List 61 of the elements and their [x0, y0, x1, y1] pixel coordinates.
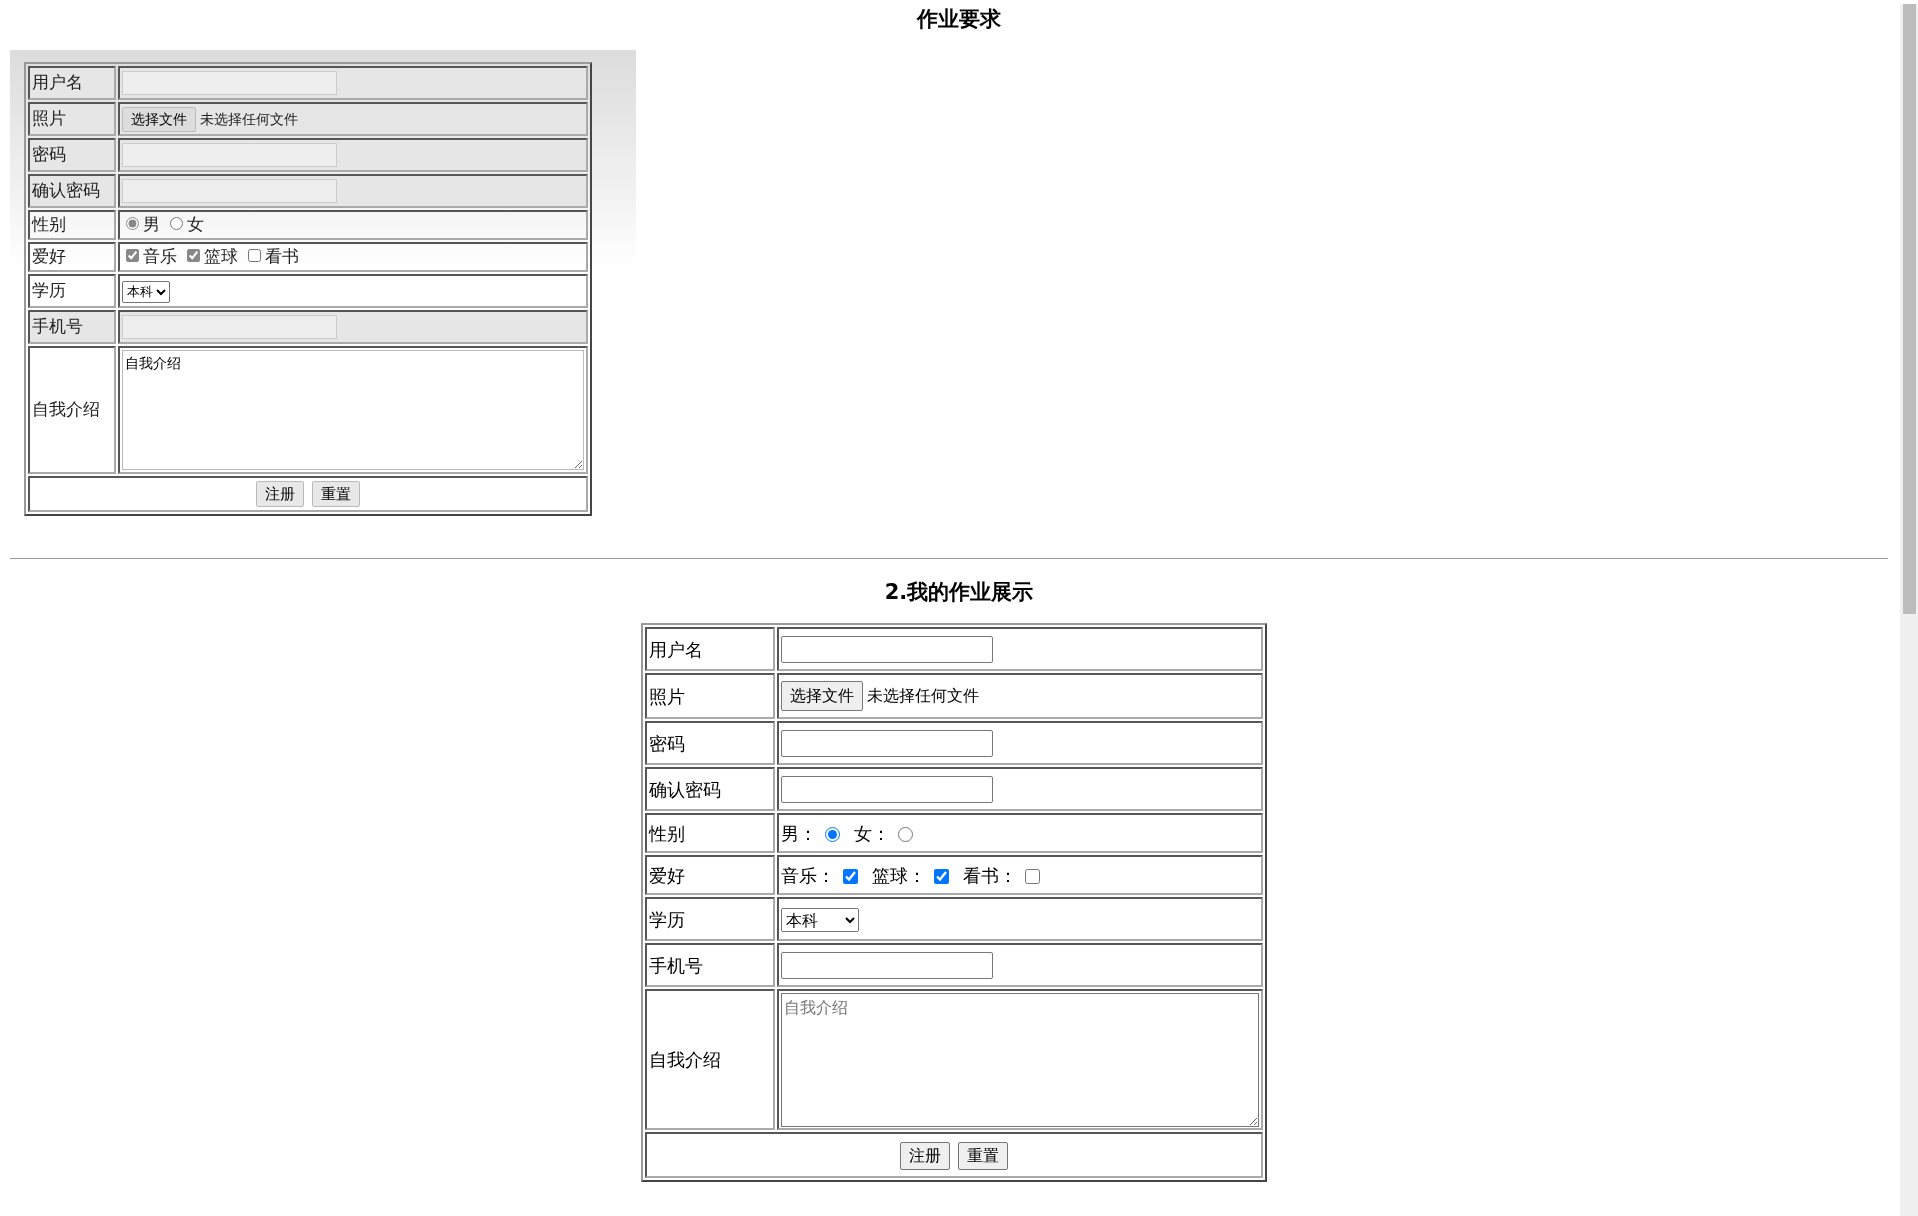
radio-label: 男 [143, 214, 160, 235]
checkbox[interactable] [1025, 868, 1040, 884]
page-title: 作业要求 [915, 6, 1002, 33]
submit-button[interactable]: 注册 [256, 480, 304, 508]
field-label: 性别 [645, 813, 775, 853]
field-label: 密码 [645, 721, 775, 765]
input-field[interactable] [781, 729, 993, 757]
field-label: 确认密码 [645, 767, 775, 811]
field-label: 性别 [28, 210, 116, 240]
checkbox-label: 篮球 [204, 246, 238, 267]
file-status: 未选择任何文件 [200, 111, 298, 127]
input-field[interactable] [781, 775, 993, 803]
input-field[interactable] [122, 179, 337, 203]
field-label: 密码 [28, 138, 116, 172]
field-label: 爱好 [645, 855, 775, 895]
reset-button[interactable]: 重置 [958, 1141, 1008, 1170]
input-field[interactable] [781, 635, 993, 663]
radio-label: 女： [854, 822, 890, 844]
checkbox[interactable] [843, 868, 858, 884]
file-button[interactable]: 选择文件 [781, 681, 863, 711]
reset-button[interactable]: 重置 [312, 480, 360, 508]
field-label: 用户名 [28, 66, 116, 100]
input-field[interactable] [781, 951, 993, 979]
textarea-field[interactable]: 自我介绍 [781, 992, 1259, 1127]
checkbox-label: 音乐： [781, 864, 835, 886]
radio-label: 女 [187, 214, 204, 235]
field-label: 学历 [28, 274, 116, 308]
checkbox-label: 篮球： [872, 864, 926, 886]
scrollbar[interactable] [1900, 4, 1918, 1216]
field-label: 爱好 [28, 242, 116, 272]
file-button[interactable]: 选择文件 [122, 107, 196, 132]
field-label: 手机号 [28, 310, 116, 344]
section-title: 2.我的作业展示 [883, 579, 1035, 606]
field-label: 照片 [645, 673, 775, 719]
input-field[interactable] [122, 71, 337, 95]
checkbox[interactable] [187, 249, 200, 263]
dropdown[interactable]: 本科 [122, 280, 170, 303]
checkbox-label: 音乐 [143, 246, 177, 267]
field-label: 照片 [28, 102, 116, 136]
input-field[interactable] [122, 315, 337, 339]
radio-button[interactable] [126, 217, 139, 231]
checkbox-label: 看书 [265, 246, 299, 267]
checkbox[interactable] [126, 249, 139, 263]
checkbox[interactable] [248, 249, 261, 263]
field-label: 确认密码 [28, 174, 116, 208]
radio-button[interactable] [170, 217, 183, 231]
input-field[interactable] [122, 143, 337, 167]
submit-button[interactable]: 注册 [900, 1141, 950, 1170]
checkbox-label: 看书： [963, 864, 1017, 886]
radio-button[interactable] [825, 826, 840, 842]
field-label: 手机号 [645, 943, 775, 987]
dropdown[interactable]: 本科 [781, 908, 859, 932]
field-label: 自我介绍 [645, 989, 775, 1130]
field-label: 自我介绍 [28, 346, 116, 474]
field-label: 用户名 [645, 627, 775, 671]
checkbox[interactable] [934, 868, 949, 884]
textarea-field[interactable]: 自我介绍 [122, 350, 584, 470]
field-label: 学历 [645, 897, 775, 941]
radio-button[interactable] [898, 826, 913, 842]
radio-label: 男： [781, 822, 817, 844]
file-status: 未选择任何文件 [867, 686, 979, 705]
